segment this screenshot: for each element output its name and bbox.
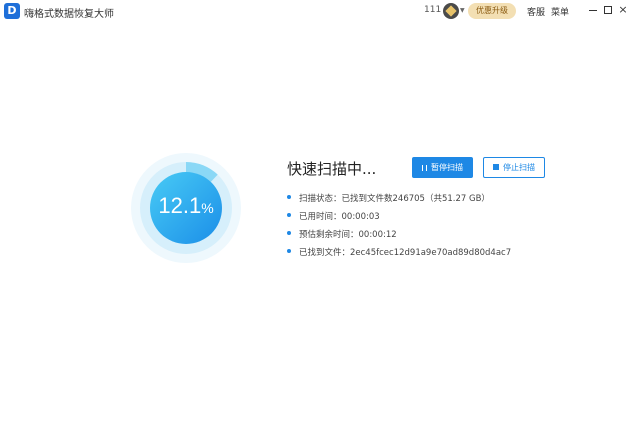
progress-percent-number: 12.1 xyxy=(158,193,202,218)
scan-title: 快速扫描中... xyxy=(287,160,377,178)
pause-scan-button[interactable]: 暂停扫描 xyxy=(412,157,473,178)
close-icon[interactable]: × xyxy=(617,4,629,16)
app-logo-icon: D xyxy=(4,3,20,19)
progress-percent: 12.1% xyxy=(150,193,222,219)
customer-service-button[interactable]: 客服 xyxy=(527,5,545,18)
minimize-icon[interactable] xyxy=(587,4,599,16)
upgrade-button[interactable]: 优惠升级 xyxy=(468,3,516,19)
bullet-icon xyxy=(287,249,291,253)
vip-badge-icon[interactable] xyxy=(443,3,459,19)
chevron-down-icon[interactable]: ▼ xyxy=(460,7,465,14)
app-title: 嗨格式数据恢复大师 xyxy=(24,9,114,20)
pause-icon xyxy=(422,165,427,171)
menu-button[interactable]: 菜单 xyxy=(551,5,569,18)
maximize-icon[interactable] xyxy=(602,4,614,16)
bullet-icon xyxy=(287,231,291,235)
user-id: 111 xyxy=(424,5,442,15)
title-bar: D 嗨格式数据恢复大师 111 ▼ 优惠升级 客服 菜单 × xyxy=(0,0,640,24)
bullet-icon xyxy=(287,195,291,199)
stop-icon xyxy=(493,164,499,170)
stop-scan-button[interactable]: 停止扫描 xyxy=(483,157,545,178)
progress-percent-sign: % xyxy=(201,200,214,216)
bullet-icon xyxy=(287,213,291,217)
